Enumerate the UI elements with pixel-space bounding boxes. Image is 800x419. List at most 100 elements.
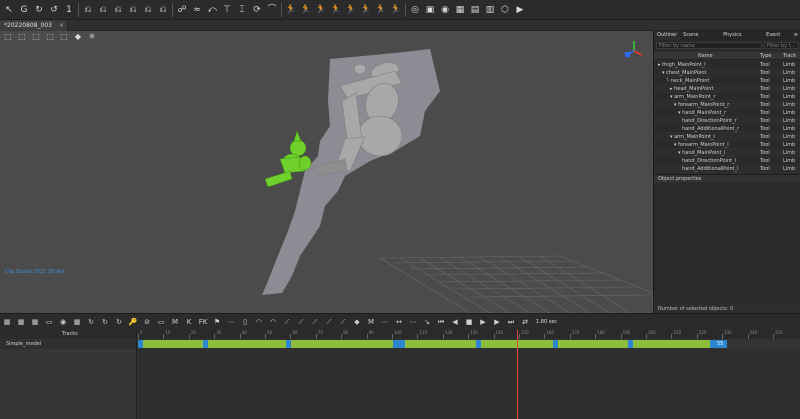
timeline-tool-icon[interactable]: ⋯ [380,317,390,327]
timeline-tool-icon[interactable]: K [184,317,194,327]
toolbar-tool-icon[interactable]: ⤺ [206,4,218,16]
keyframe-marker[interactable] [476,340,481,348]
timeline-tool-icon[interactable]: ◀ [450,317,460,327]
timeline-tool-icon[interactable]: ▦ [72,317,82,327]
toolbar-tool-icon[interactable]: ↺ [48,4,60,16]
timeline-tool-icon[interactable]: ⟋ [324,317,334,327]
timeline-tool-icon[interactable]: ↻ [86,317,96,327]
toolbar-tool-icon[interactable]: 🏃 [300,4,312,16]
viewport-tool-icon[interactable]: ⬚ [31,32,41,42]
outliner-row[interactable]: ▾ chest_MainPoint Tool Limb [654,69,800,77]
toolbar-tool-icon[interactable]: ⎌ [142,4,154,16]
outliner-row[interactable]: hand_AdditionalPoint_r Tool Limb [654,125,800,133]
tab-outliner[interactable]: Outliner [654,31,681,40]
column-name[interactable]: Name [698,52,713,60]
outliner-row[interactable]: ▾ hand_MainPoint_l Tool Limb [654,149,800,157]
keyframe-marker[interactable] [393,340,405,348]
tab-scene-settings[interactable]: Scene settings [680,31,720,47]
toolbar-tool-icon[interactable]: 1 [63,4,75,16]
toolbar-tool-icon[interactable]: 🏃 [345,4,357,16]
toolbar-tool-icon[interactable]: ▣ [424,4,436,16]
timeline-tool-icon[interactable]: M [170,317,180,327]
timeline-tool-icon[interactable]: ⏮ [436,317,446,327]
panel-menu-icon[interactable]: ≡ [791,31,800,40]
toolbar-tool-icon[interactable]: ↻ [33,4,45,16]
toolbar-tool-icon[interactable]: ⎌ [157,4,169,16]
toolbar-tool-icon[interactable]: ⎌ [82,4,94,16]
timeline-tool-icon[interactable]: 🔑 [128,317,138,327]
timeline-tool-icon[interactable]: ⋯ [408,317,418,327]
toolbar-tool-icon[interactable]: ▶ [514,4,526,16]
object-properties-header[interactable]: Object properties [654,174,800,182]
toolbar-tool-icon[interactable]: ⬡ [499,4,511,16]
viewport-tool-icon[interactable]: ⬚ [59,32,69,42]
toolbar-tool-icon[interactable]: 🏃 [390,4,402,16]
outliner-row[interactable]: ▾ arm_MainPoint_l Tool Limb [654,133,800,141]
toolbar-tool-icon[interactable]: ◉ [439,4,451,16]
timeline-tool-icon[interactable]: ⟋ [310,317,320,327]
toolbar-tool-icon[interactable]: ⎌ [112,4,124,16]
timeline-tool-icon[interactable]: ⏭ [506,317,516,327]
toolbar-tool-icon[interactable]: 🏃 [360,4,372,16]
outliner-row[interactable]: hand_DirectionPoint_l Tool Limb [654,157,800,165]
timeline-tool-icon[interactable]: ⊘ [142,317,152,327]
timeline-tool-icon[interactable]: M [366,317,376,327]
timeline-tool-icon[interactable]: ◆ [352,317,362,327]
column-track[interactable]: Track [783,52,796,60]
column-type[interactable]: Type [760,52,771,60]
keyframe-marker[interactable] [286,340,291,348]
timeline-tool-icon[interactable]: ▭ [44,317,54,327]
timeline-tool-icon[interactable]: ▶ [492,317,502,327]
tab-physics-settings[interactable]: Physics settings [720,31,763,47]
outliner-row[interactable]: ▾ forearm_MainPoint_r Tool Limb [654,101,800,109]
timeline-tool-icon[interactable]: ▦ [16,317,26,327]
timeline-tool-icon[interactable]: ▶ [478,317,488,327]
toolbar-tool-icon[interactable]: ⎌ [127,4,139,16]
timeline-tool-icon[interactable]: ◠ [254,317,264,327]
outliner-row[interactable]: ▾ arm_MainPoint_r Tool Limb [654,93,800,101]
outliner-row[interactable]: ▾ forearm_MainPoint_l Tool Limb [654,141,800,149]
toolbar-tool-icon[interactable]: ▤ [469,4,481,16]
toolbar-tool-icon[interactable]: ⊤ [221,4,233,16]
toolbar-tool-icon[interactable]: ↖ [3,4,15,16]
close-icon[interactable]: × [59,20,64,31]
outliner-row[interactable]: hand_AdditionalPoint_l Tool Limb [654,165,800,173]
toolbar-tool-icon[interactable]: ⟳ [251,4,263,16]
time-ruler[interactable]: 0 10 20 30 40 50 60 70 80 90 100 110 120 130 140 150 160… [138,330,800,339]
toolbar-tool-icon[interactable]: 🏃 [315,4,327,16]
outliner-row[interactable]: ▸ thigh_MainPoint_l Tool Limb [654,61,800,69]
track-strip[interactable] [138,340,722,348]
keyframe-marker[interactable] [553,340,558,348]
3d-viewport[interactable]: ⬚ ⬚ ⬚ ⬚ ⬚ ◆ ✳ Clip Studio 2022 3D Ref [0,31,653,313]
timeline-tool-icon[interactable]: ⇄ [520,317,530,327]
outliner-row[interactable]: hand_DirectionPoint_r Tool Limb [654,117,800,125]
track-row[interactable]: Simple_model [0,340,137,349]
toolbar-tool-icon[interactable]: ▥ [484,4,496,16]
keyframe-marker[interactable] [203,340,208,348]
timeline-tool-icon[interactable]: ◉ [58,317,68,327]
viewport-tool-icon[interactable]: ⬚ [45,32,55,42]
timeline-tool-icon[interactable]: ◠ [268,317,278,327]
timeline-tool-icon[interactable]: ⟋ [338,317,348,327]
tab-event-log[interactable]: Event log [763,31,791,47]
keyframe-marker[interactable] [628,340,633,348]
timeline-tool-icon[interactable]: ⋯ [226,317,236,327]
filter-by-type-input[interactable]: Filter by t... [764,42,799,49]
timeline-tool-icon[interactable]: ⚑ [212,317,222,327]
timeline-tool-icon[interactable]: ▯ [240,317,250,327]
timeline-tool-icon[interactable]: ▦ [30,317,40,327]
viewport-tool-icon[interactable]: ⬚ [17,32,27,42]
timeline-tool-icon[interactable]: ▭ [156,317,166,327]
viewport-tool-icon[interactable]: ✳ [87,32,97,42]
timeline-tool-icon[interactable]: ↻ [114,317,124,327]
viewport-tool-icon[interactable]: ◆ [73,32,83,42]
toolbar-tool-icon[interactable]: ▦ [454,4,466,16]
timeline-tool-icon[interactable]: FK [198,317,208,327]
timeline-tool-icon[interactable]: ↻ [100,317,110,327]
outliner-row[interactable]: └ neck_MainPoint Tool Limb [654,77,800,85]
outliner-row[interactable]: ▸ head_MainPoint Tool Limb [654,85,800,93]
timeline-tool-icon[interactable]: ⟋ [296,317,306,327]
playhead[interactable] [517,330,518,419]
toolbar-tool-icon[interactable]: ≈ [191,4,203,16]
timeline-tool-icon[interactable]: ↘ [422,317,432,327]
